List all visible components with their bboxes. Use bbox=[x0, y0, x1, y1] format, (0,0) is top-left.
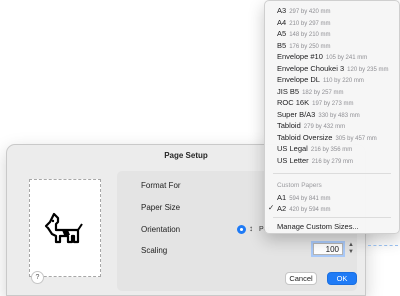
menu-item-roc-16k[interactable]: ROC 16K 197 by 273 mm bbox=[277, 97, 353, 108]
menu-item-name: ROC 16K bbox=[277, 98, 310, 107]
margin-guide bbox=[368, 245, 398, 246]
menu-item-size: 105 by 241 mm bbox=[325, 55, 368, 61]
menu-item-envelope-choukei-3[interactable]: Envelope Choukei 3 120 by 235 mm bbox=[277, 63, 389, 74]
menu-item-name: Tabloid bbox=[277, 121, 301, 130]
scaling-label: Scaling bbox=[141, 246, 168, 255]
scaling-stepper[interactable]: ▲ ▼ bbox=[347, 242, 355, 256]
menu-item-size: 305 by 457 mm bbox=[335, 135, 377, 142]
menu-item-us-letter[interactable]: US Letter 216 by 279 mm bbox=[277, 155, 353, 166]
paper-size-menu: A3 297 by 420 mm A4 210 by 297 mm A5 148 by… bbox=[264, 0, 400, 234]
menu-item-size: 110 by 220 mm bbox=[322, 78, 364, 84]
menu-item-name: Tabloid Oversize bbox=[277, 132, 333, 142]
menu-separator bbox=[273, 217, 391, 218]
menu-item-name: US Letter bbox=[277, 155, 309, 165]
help-button[interactable]: ? bbox=[31, 271, 44, 284]
menu-item-tabloid-oversize[interactable]: Tabloid Oversize 305 by 457 mm bbox=[277, 132, 377, 143]
menu-item-size: 216 by 279 mm bbox=[311, 158, 354, 165]
menu-item-name: Envelope DL bbox=[277, 75, 320, 84]
menu-item-jis-b5[interactable]: JIS B5 182 by 257 mm bbox=[277, 86, 343, 97]
menu-item-size: 176 by 250 mm bbox=[289, 43, 331, 50]
menu-item-name: A1 bbox=[277, 193, 287, 202]
menu-item-a3[interactable]: A3 297 by 420 mm bbox=[277, 5, 331, 16]
menu-item-size: 148 by 210 mm bbox=[289, 32, 331, 38]
menu-item-name: Envelope Choukei 3 bbox=[277, 63, 345, 73]
menu-item-size: 279 by 432 mm bbox=[303, 124, 346, 130]
menu-item-name: A3 bbox=[277, 6, 287, 15]
scaling-input[interactable]: 100 bbox=[313, 243, 343, 255]
menu-item-name: Super B/A3 bbox=[277, 109, 316, 119]
menu-separator bbox=[273, 173, 391, 174]
menu-item-us-legal[interactable]: US Legal 216 by 356 mm bbox=[277, 143, 352, 154]
chevron-up-icon[interactable]: ▲ bbox=[347, 242, 355, 249]
menu-item-a2[interactable]: A2 420 by 594 mm bbox=[277, 203, 331, 214]
manage-custom-sizes-item[interactable]: Manage Custom Sizes... bbox=[277, 221, 359, 232]
menu-item-super-b-a3[interactable]: Super B/A3 330 by 483 mm bbox=[277, 109, 360, 120]
paper-size-label: Paper Size bbox=[141, 203, 181, 212]
menu-item-name: A5 bbox=[277, 29, 287, 38]
orientation-portrait-radio[interactable] bbox=[237, 225, 246, 234]
menu-item-size: 330 by 483 mm bbox=[318, 112, 360, 119]
menu-item-size: 210 by 297 mm bbox=[289, 20, 331, 27]
menu-item-envelope-dl[interactable]: Envelope DL 110 by 220 mm bbox=[277, 74, 364, 85]
menu-item-size: 182 by 257 mm bbox=[302, 89, 344, 96]
menu-item-tabloid[interactable]: Tabloid 279 by 432 mm bbox=[277, 120, 345, 131]
dogcow-icon bbox=[44, 212, 83, 244]
cancel-button[interactable]: Cancel bbox=[285, 272, 317, 285]
menu-item-name: JIS B5 bbox=[277, 86, 300, 96]
menu-item-size: 420 by 594 mm bbox=[289, 207, 331, 213]
menu-item-b5[interactable]: B5 176 by 250 mm bbox=[277, 40, 331, 51]
checkmark-icon: ✓ bbox=[268, 203, 275, 212]
ok-button[interactable]: OK bbox=[327, 272, 357, 285]
menu-item-a5[interactable]: A5 148 by 210 mm bbox=[277, 28, 331, 39]
menu-item-name: US Legal bbox=[277, 144, 308, 153]
menu-item-size: 594 by 841 mm bbox=[289, 196, 331, 202]
paper-preview bbox=[29, 179, 101, 277]
format-for-label: Format For bbox=[141, 181, 181, 190]
portrait-orientation-icon: ↕ bbox=[249, 224, 253, 233]
menu-item-name: A4 bbox=[277, 17, 287, 27]
menu-item-size: 120 by 235 mm bbox=[347, 66, 389, 73]
orientation-label: Orientation bbox=[141, 225, 181, 234]
menu-item-size: 197 by 273 mm bbox=[312, 101, 354, 107]
menu-item-envelope-10[interactable]: Envelope #10 105 by 241 mm bbox=[277, 51, 367, 62]
menu-item-size: 297 by 420 mm bbox=[289, 9, 331, 15]
menu-item-name: Envelope #10 bbox=[277, 52, 323, 61]
menu-item-a1[interactable]: A1 594 by 841 mm bbox=[277, 192, 331, 203]
menu-item-a4[interactable]: A4 210 by 297 mm bbox=[277, 17, 331, 28]
menu-item-name: B5 bbox=[277, 40, 287, 50]
chevron-down-icon[interactable]: ▼ bbox=[347, 249, 355, 256]
custom-papers-header: Custom Papers bbox=[277, 182, 322, 189]
menu-item-name: A2 bbox=[277, 204, 287, 213]
menu-item-size: 216 by 356 mm bbox=[310, 147, 353, 153]
